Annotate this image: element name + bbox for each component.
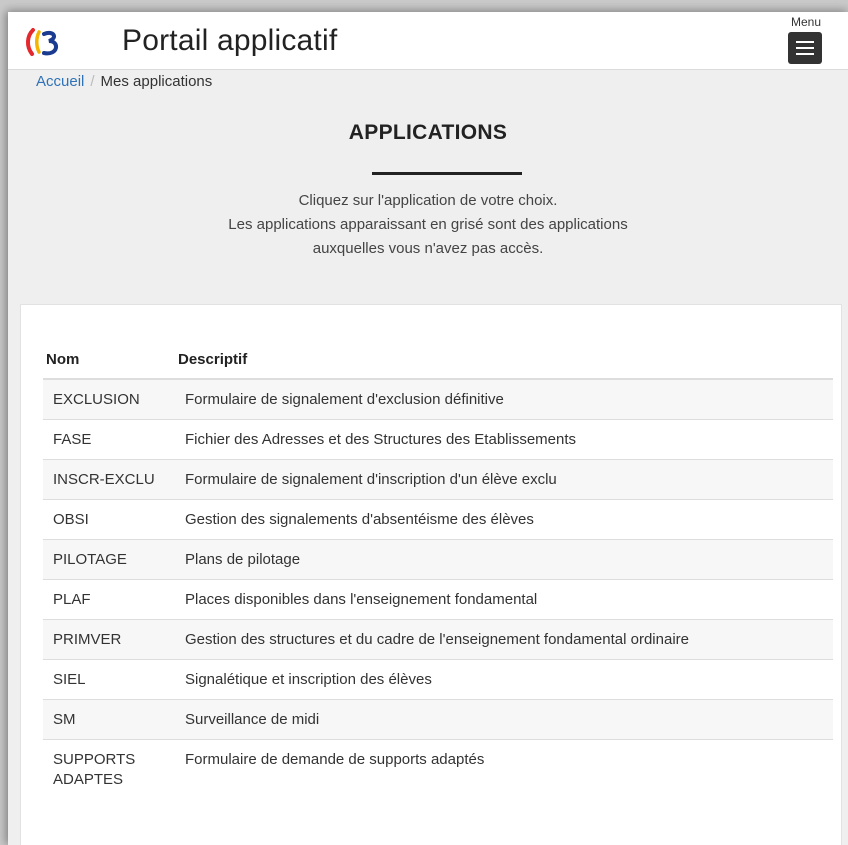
app-code[interactable]: PLAF [43, 579, 175, 620]
app-code[interactable]: FASE [43, 419, 175, 460]
breadcrumb-home-link[interactable]: Accueil [36, 73, 84, 90]
table-row[interactable]: PILOTAGE Plans de pilotage [43, 539, 833, 580]
page-title: APPLICATIONS [348, 121, 508, 144]
app-code[interactable]: OBSI [43, 499, 175, 540]
table-row[interactable]: EXCLUSION Formulaire de signalement d'ex… [43, 378, 833, 420]
hamburger-menu-button[interactable] [788, 32, 822, 64]
app-title: Portail applicatif [122, 24, 338, 57]
table-row[interactable]: SIEL Signalétique et inscription des élè… [43, 659, 833, 700]
table-row[interactable]: PRIMVER Gestion des structures et du cad… [43, 619, 833, 660]
column-header-descriptif: Descriptif [175, 351, 833, 380]
app-description[interactable]: Formulaire de signalement d'exclusion dé… [175, 378, 833, 420]
table-row[interactable]: INSCR-EXCLU Formulaire de signalement d'… [43, 459, 833, 500]
app-code[interactable]: PILOTAGE [43, 539, 175, 580]
applications-table: Nom Descriptif EXCLUSION Formulaire de s… [43, 351, 833, 799]
app-description[interactable]: Signalétique et inscription des élèves [175, 659, 833, 700]
app-description[interactable]: Surveillance de midi [175, 699, 833, 740]
table-row[interactable]: SM Surveillance de midi [43, 699, 833, 740]
app-code[interactable]: SUPPORTS ADAPTES [43, 739, 175, 799]
table-row[interactable]: SUPPORTS ADAPTES Formulaire de demande d… [43, 739, 833, 799]
app-description[interactable]: Formulaire de demande de supports adapté… [175, 739, 833, 799]
column-header-nom: Nom [43, 351, 175, 380]
app-description[interactable]: Plans de pilotage [175, 539, 833, 580]
app-code[interactable]: SM [43, 699, 175, 740]
breadcrumb-current: Mes applications [100, 73, 213, 90]
title-underline [372, 172, 522, 175]
intro-line: Les applications apparaissant en grisé s… [228, 216, 628, 233]
intro-line: Cliquez sur l'application de votre choix… [298, 192, 558, 209]
table-row[interactable]: PLAF Places disponibles dans l'enseignem… [43, 579, 833, 620]
app-code[interactable]: SIEL [43, 659, 175, 700]
app-description[interactable]: Formulaire de signalement d'inscription … [175, 459, 833, 500]
table-row[interactable]: OBSI Gestion des signalements d'absentéi… [43, 499, 833, 540]
table-row[interactable]: FASE Fichier des Adresses et des Structu… [43, 419, 833, 460]
intro-text: Cliquez sur l'application de votre choix… [8, 189, 848, 261]
app-description[interactable]: Fichier des Adresses et des Structures d… [175, 419, 833, 460]
intro-line: auxquelles vous n'avez pas accès. [312, 240, 544, 257]
app-description[interactable]: Gestion des signalements d'absentéisme d… [175, 499, 833, 540]
browser-page: Portail applicatif Menu Accueil / Mes appl… [8, 12, 848, 845]
app-code[interactable]: INSCR-EXCLU [43, 459, 175, 500]
breadcrumb: Accueil / Mes applications [36, 73, 212, 90]
menu-label: Menu [791, 15, 822, 29]
app-description[interactable]: Places disponibles dans l'enseignement f… [175, 579, 833, 620]
applications-table-body: EXCLUSION Formulaire de signalement d'ex… [43, 378, 833, 799]
app-code[interactable]: PRIMVER [43, 619, 175, 660]
app-code[interactable]: EXCLUSION [43, 378, 175, 420]
header-bar: Portail applicatif Menu [8, 12, 848, 70]
app-description[interactable]: Gestion des structures et du cadre de l'… [175, 619, 833, 660]
applications-card: Nom Descriptif EXCLUSION Formulaire de s… [20, 304, 842, 845]
fwb-logo-icon[interactable] [24, 26, 64, 58]
breadcrumb-separator: / [90, 73, 95, 90]
hamburger-icon [796, 41, 814, 43]
